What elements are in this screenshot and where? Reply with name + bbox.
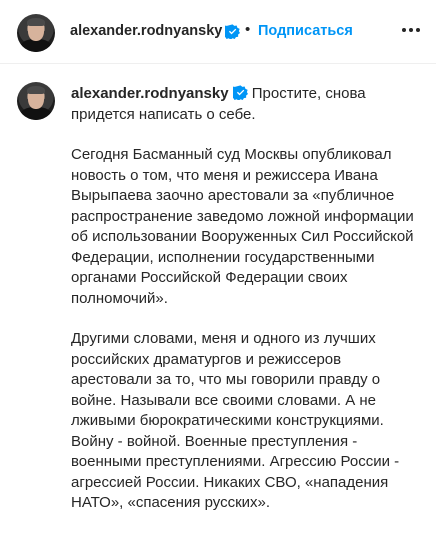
profile-avatar[interactable] bbox=[17, 14, 55, 52]
more-options-icon[interactable] bbox=[400, 20, 422, 40]
caption-intro-line: alexander.rodnyansky Простите, снова при… bbox=[71, 84, 426, 125]
caption-paragraph-1: Сегодня Басманный суд Москвы опубликовал… bbox=[71, 146, 414, 307]
separator-dot: • bbox=[245, 21, 251, 38]
header-username[interactable]: alexander.rodnyansky bbox=[70, 23, 222, 39]
post-header: alexander.rodnyansky • Подписаться bbox=[0, 0, 436, 64]
caption-username[interactable]: alexander.rodnyansky bbox=[71, 85, 229, 102]
caption-text: alexander.rodnyansky Простите, снова при… bbox=[71, 84, 426, 534]
caption-avatar[interactable] bbox=[17, 82, 55, 120]
follow-button[interactable]: Подписаться bbox=[258, 23, 353, 39]
post-caption-section: alexander.rodnyansky Простите, снова при… bbox=[0, 64, 438, 511]
caption-paragraph-2: Другими словами, меня и одного из лучших… bbox=[71, 330, 400, 511]
verified-badge-icon bbox=[225, 24, 240, 39]
verified-badge-icon bbox=[232, 85, 248, 100]
